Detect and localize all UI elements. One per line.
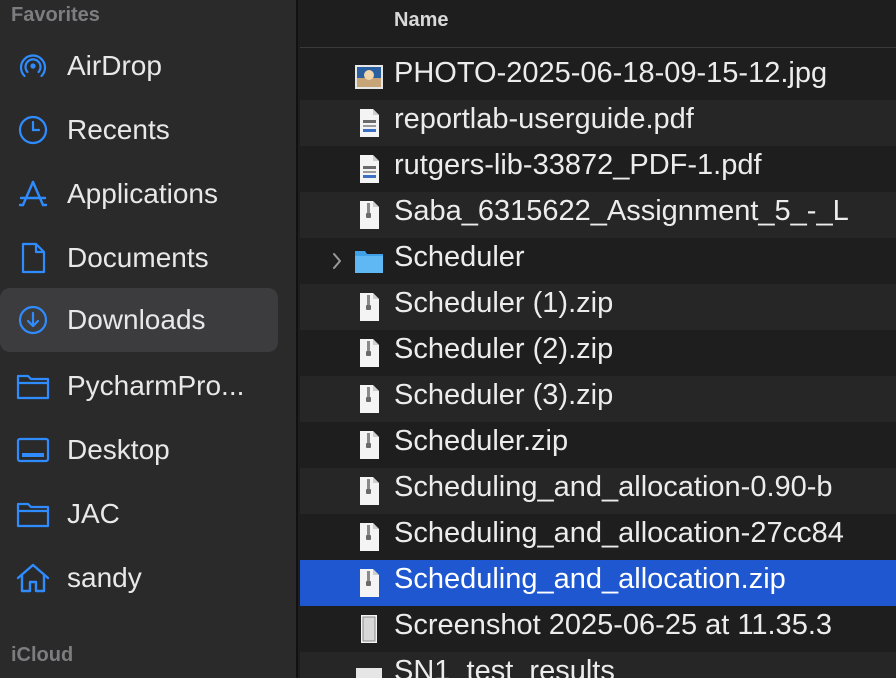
desktop-icon xyxy=(15,432,51,468)
file-row[interactable]: Scheduling_and_allocation-0.90-b xyxy=(300,468,896,514)
screenshot-file-icon xyxy=(354,614,384,644)
sidebar-item-airdrop[interactable]: AirDrop xyxy=(0,34,278,98)
file-row[interactable]: Scheduler (1).zip xyxy=(300,284,896,330)
sidebar-item-label: PycharmPro... xyxy=(67,370,245,401)
zip-file-icon xyxy=(354,476,384,506)
sidebar: Favorites AirDrop Recents Applications D… xyxy=(0,0,298,678)
zip-file-icon xyxy=(354,292,384,322)
file-row[interactable]: SN1_test_results xyxy=(300,652,896,678)
sidebar-item-applications[interactable]: Applications xyxy=(0,162,278,226)
airdrop-icon xyxy=(15,48,51,84)
sidebar-item-sandy[interactable]: sandy xyxy=(0,546,278,610)
sidebar-item-label: sandy xyxy=(67,562,142,593)
sidebar-item-label: Documents xyxy=(67,242,209,273)
file-name: PHOTO-2025-06-18-09-15-12.jpg xyxy=(394,57,828,89)
file-name: Scheduler (2).zip xyxy=(394,333,614,365)
sidebar-item-label: Desktop xyxy=(67,434,170,465)
sidebar-item-label: Recents xyxy=(67,114,170,145)
file-name: Scheduler xyxy=(394,241,525,273)
sidebar-item-label: AirDrop xyxy=(67,50,162,81)
document-icon xyxy=(15,240,51,276)
zip-file-icon xyxy=(354,568,384,598)
folder-icon xyxy=(15,496,51,532)
zip-file-icon xyxy=(354,430,384,460)
file-name: reportlab-userguide.pdf xyxy=(394,103,694,135)
download-icon xyxy=(15,302,51,338)
file-row[interactable]: Scheduling_and_allocation-27cc84 xyxy=(300,514,896,560)
pdf-file-icon xyxy=(354,154,384,184)
folder-icon xyxy=(15,368,51,404)
home-icon xyxy=(15,560,51,596)
folder-icon xyxy=(354,246,384,276)
file-name: Saba_6315622_Assignment_5_-_L xyxy=(394,195,849,227)
file-name: Scheduler.zip xyxy=(394,425,569,457)
file-row[interactable]: reportlab-userguide.pdf xyxy=(300,100,896,146)
file-name: Scheduling_and_allocation.zip xyxy=(394,563,786,595)
file-row[interactable]: Scheduler xyxy=(300,238,896,284)
file-name: SN1_test_results xyxy=(394,655,615,678)
file-name: Scheduling_and_allocation-27cc84 xyxy=(394,517,844,549)
column-header-bar: Name xyxy=(300,0,896,48)
zip-file-icon xyxy=(354,200,384,230)
sidebar-item-label: Applications xyxy=(67,178,218,209)
favorites-header: Favorites xyxy=(11,4,100,26)
file-rows: PHOTO-2025-06-18-09-15-12.jpg reportlab-… xyxy=(300,54,896,678)
sidebar-item-label: Downloads xyxy=(67,304,206,335)
pdf-file-icon xyxy=(354,108,384,138)
file-name: Screenshot 2025-06-25 at 11.35.3 xyxy=(394,609,833,641)
file-row[interactable]: Saba_6315622_Assignment_5_-_L xyxy=(300,192,896,238)
file-name: Scheduler (3).zip xyxy=(394,379,614,411)
file-row[interactable]: Screenshot 2025-06-25 at 11.35.3 xyxy=(300,606,896,652)
file-row-selected[interactable]: Scheduling_and_allocation.zip xyxy=(300,560,896,606)
zip-file-icon xyxy=(354,384,384,414)
zip-file-icon xyxy=(354,338,384,368)
file-list: Name PHOTO-2025-06-18-09-15-12.jpg repor… xyxy=(300,0,896,678)
file-row[interactable]: rutgers-lib-33872_PDF-1.pdf xyxy=(300,146,896,192)
column-header-name[interactable]: Name xyxy=(394,9,448,32)
applications-icon xyxy=(15,176,51,212)
file-row[interactable]: Scheduler (2).zip xyxy=(300,330,896,376)
sidebar-item-downloads[interactable]: Downloads xyxy=(0,288,278,352)
sidebar-item-recents[interactable]: Recents xyxy=(0,98,278,162)
sidebar-item-desktop[interactable]: Desktop xyxy=(0,418,278,482)
sidebar-item-label: JAC xyxy=(67,498,120,529)
sidebar-item-pycharmprojects[interactable]: PycharmPro... xyxy=(0,354,278,418)
finder-window: Favorites AirDrop Recents Applications D… xyxy=(0,0,896,678)
image-file-icon xyxy=(354,62,384,92)
sidebar-item-documents[interactable]: Documents xyxy=(0,226,278,290)
file-name: Scheduling_and_allocation-0.90-b xyxy=(394,471,833,503)
file-name: rutgers-lib-33872_PDF-1.pdf xyxy=(394,149,762,181)
file-name: Scheduler (1).zip xyxy=(394,287,614,319)
file-row[interactable]: PHOTO-2025-06-18-09-15-12.jpg xyxy=(300,54,896,100)
generic-file-icon xyxy=(354,660,384,678)
zip-file-icon xyxy=(354,522,384,552)
sidebar-item-jac[interactable]: JAC xyxy=(0,482,278,546)
file-row[interactable]: Scheduler (3).zip xyxy=(300,376,896,422)
disclosure-chevron-icon[interactable] xyxy=(330,250,344,272)
icloud-header: iCloud xyxy=(11,644,74,666)
file-row[interactable]: Scheduler.zip xyxy=(300,422,896,468)
clock-icon xyxy=(15,112,51,148)
